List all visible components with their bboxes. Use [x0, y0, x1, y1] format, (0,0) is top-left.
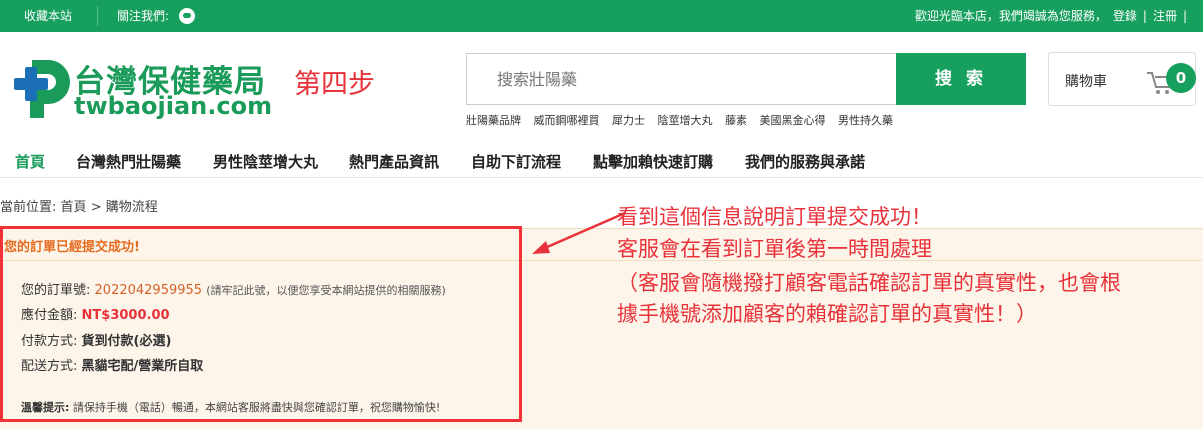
welcome-bar: 歡迎光臨本店，我們竭誠為您服務， 登錄 | 注冊 |	[909, 0, 1187, 32]
annotation-line: 據手機號添加顧客的賴確認訂單的真實性！）	[617, 302, 1037, 326]
tip-text: 請保持手機（電話）暢通，本網站客服將盡快與您確認訂單，祝您購物愉快!	[72, 401, 441, 414]
annotation-line: （客服會隨機撥打顧客電話確認訂單的真實性，也會根	[617, 271, 1121, 295]
order-success-message: 您的訂單已經提交成功!	[4, 240, 140, 255]
welcome-text: 歡迎光臨本店，我們竭誠為您服務，	[914, 9, 1107, 23]
order-number: 2022042959955	[94, 283, 203, 298]
warm-tip: 溫馨提示: 請保持手機（電話）暢通，本網站客服將盡快與您確認訂單，祝您購物愉快!	[21, 399, 440, 415]
nav-line-order[interactable]: 點擊加賴快速訂購	[593, 151, 713, 172]
breadcrumb: 當前位置: 首頁 > 購物流程	[0, 196, 158, 215]
nav-order-process[interactable]: 自助下訂流程	[471, 151, 561, 172]
shipping-row: 配送方式: 黑貓宅配/營業所自取	[21, 355, 203, 374]
payment-value: 貨到付款(必選)	[81, 334, 172, 349]
annotation-line: 客服會在看到訂單後第一時間處理	[617, 237, 932, 261]
hot-keyword[interactable]: 威而鋼哪裡買	[534, 114, 600, 127]
hot-keyword[interactable]: 男性持久藥	[838, 114, 893, 127]
breadcrumb-current: 購物流程	[105, 200, 158, 215]
cross-logo-icon	[14, 60, 70, 118]
main-nav: 首頁 台灣熱門壯陽藥 男性陰莖增大丸 熱門產品資訊 自助下訂流程 點擊加賴快速訂…	[0, 145, 1203, 178]
order-number-row: 您的訂單號: 2022042959955 (請牢記此號，以便您享受本網站提供的相…	[21, 279, 446, 298]
order-number-note: (請牢記此號，以便您享受本網站提供的相關服務)	[206, 284, 446, 297]
payment-label: 付款方式:	[21, 334, 78, 349]
nav-home[interactable]: 首頁	[15, 151, 45, 172]
divider	[0, 260, 1203, 261]
nav-service-promise[interactable]: 我們的服務與承諾	[745, 151, 865, 172]
hot-keyword[interactable]: 壯陽藥品牌	[466, 114, 521, 127]
nav-hot-products[interactable]: 台灣熱門壯陽藥	[76, 151, 181, 172]
divider	[97, 6, 98, 26]
follow-us-label: 關注我們:	[117, 9, 170, 23]
hot-keywords: 壯陽藥品牌 威而鋼哪裡買 犀力士 陰莖增大丸 藤素 美國黑金心得 男性持久藥	[466, 112, 902, 128]
top-bar: 收藏本站 關注我們: 歡迎光臨本店，我們竭誠為您服務， 登錄 | 注冊 |	[0, 0, 1203, 32]
search-input[interactable]	[467, 54, 897, 104]
breadcrumb-home[interactable]: 首頁	[61, 200, 87, 215]
search-button[interactable]: 搜 索	[896, 53, 1026, 105]
cart-count-badge: 0	[1166, 63, 1196, 93]
shipping-value: 黑貓宅配/營業所自取	[81, 359, 204, 374]
breadcrumb-arrow: >	[90, 200, 102, 215]
register-link[interactable]: 注冊	[1153, 9, 1177, 23]
search-box: 搜 索	[466, 53, 1026, 105]
logo-domain: twbaojian.com	[74, 92, 273, 120]
separator: |	[1182, 9, 1187, 23]
tip-label: 溫馨提示:	[21, 401, 70, 414]
breadcrumb-prefix: 當前位置:	[0, 200, 57, 215]
amount-label: 應付金額:	[21, 308, 78, 323]
separator: |	[1142, 9, 1147, 23]
nav-product-info[interactable]: 熱門產品資訊	[349, 151, 439, 172]
hot-keyword[interactable]: 陰莖增大丸	[658, 114, 713, 127]
hot-keyword[interactable]: 美國黑金心得	[760, 114, 826, 127]
login-link[interactable]: 登錄	[1113, 9, 1137, 23]
annotation-line: 看到這個信息說明訂單提交成功！	[617, 205, 932, 229]
amount-row: 應付金額: NT$3000.00	[21, 304, 170, 323]
hot-keyword[interactable]: 藤素	[725, 114, 747, 127]
line-icon[interactable]	[179, 8, 195, 24]
amount-value: NT$3000.00	[81, 308, 170, 323]
nav-enlargement-pills[interactable]: 男性陰莖增大丸	[213, 151, 318, 172]
order-number-label: 您的訂單號:	[21, 283, 91, 298]
site-logo[interactable]: 台灣保健藥局 twbaojian.com	[4, 54, 272, 124]
favorite-link[interactable]: 收藏本站	[24, 0, 72, 32]
hot-keyword[interactable]: 犀力士	[612, 114, 645, 127]
cart-label: 購物車	[1065, 74, 1107, 90]
cart-button[interactable]: 購物車 0	[1048, 52, 1196, 106]
payment-row: 付款方式: 貨到付款(必選)	[21, 330, 171, 349]
step-label: 第四步	[294, 69, 375, 100]
order-confirmation: 您的訂單已經提交成功! 您的訂單號: 2022042959955 (請牢記此號，…	[0, 228, 1203, 429]
shipping-label: 配送方式:	[21, 359, 78, 374]
